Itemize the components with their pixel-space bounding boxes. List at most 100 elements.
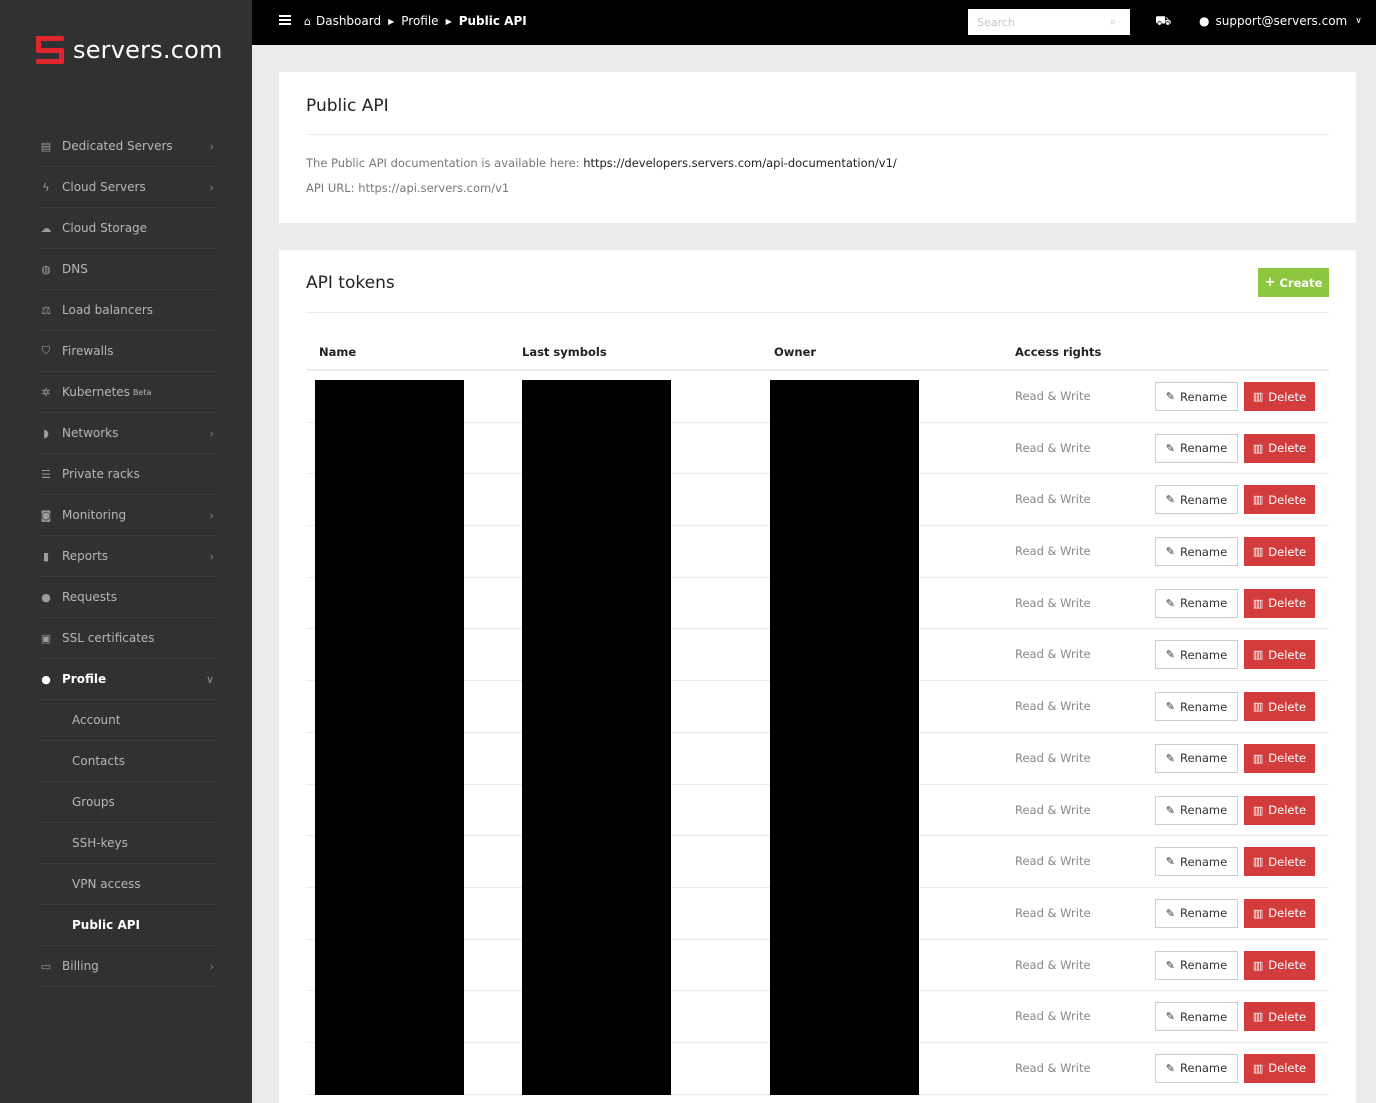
sidebar-item-load-balancers[interactable]: ⚖ Load balancers	[40, 290, 216, 331]
rename-label: Rename	[1180, 544, 1228, 559]
edit-icon: ✎	[1165, 958, 1176, 972]
rename-label: Rename	[1180, 389, 1228, 404]
edit-icon: ✎	[1165, 751, 1176, 765]
sidebar-subitem-contacts[interactable]: Contacts	[40, 741, 216, 782]
delete-button[interactable]: ▥ Delete	[1244, 795, 1315, 825]
menu-toggle-icon[interactable]	[279, 15, 291, 25]
delete-button[interactable]: ▥ Delete	[1244, 1053, 1315, 1083]
delete-label: Delete	[1268, 803, 1307, 817]
sidebar-subitem-account[interactable]: Account	[40, 700, 216, 741]
sidebar-item-firewalls[interactable]: ⛉ Firewalls	[40, 331, 216, 372]
delete-button[interactable]: ▥ Delete	[1244, 743, 1315, 773]
sidebar-item-dns[interactable]: ◍ DNS	[40, 249, 216, 290]
rename-label: Rename	[1180, 441, 1228, 456]
create-token-button[interactable]: + Create	[1258, 268, 1329, 297]
rename-button[interactable]: ✎ Rename	[1155, 743, 1238, 773]
delete-button[interactable]: ▥ Delete	[1244, 898, 1315, 928]
sidebar-item-label: Dedicated Servers	[62, 139, 173, 153]
sidebar-subitem-vpn-access[interactable]: VPN access	[40, 864, 216, 905]
search-icon[interactable]: ⌕	[1110, 15, 1116, 29]
sidebar-item-requests[interactable]: ● Requests	[40, 577, 216, 618]
api-doc-line: The Public API documentation is availabl…	[306, 156, 897, 170]
delete-label: Delete	[1268, 958, 1307, 973]
sidebar-item-monitoring[interactable]: ◙ Monitoring ›	[40, 495, 216, 536]
delete-button[interactable]: ▥ Delete	[1244, 537, 1315, 567]
rename-button[interactable]: ✎ Rename	[1155, 537, 1238, 567]
breadcrumb-profile[interactable]: Profile	[401, 14, 438, 28]
rename-button[interactable]: ✎ Rename	[1155, 485, 1238, 515]
signal-icon: ◗	[43, 426, 49, 440]
delete-button[interactable]: ▥ Delete	[1244, 950, 1315, 980]
rename-button[interactable]: ✎ Rename	[1155, 640, 1238, 670]
rename-button[interactable]: ✎ Rename	[1155, 588, 1238, 618]
edit-icon: ✎	[1165, 545, 1176, 559]
delete-button[interactable]: ▥ Delete	[1244, 382, 1315, 411]
brand-logo[interactable]: servers.com	[36, 36, 223, 64]
chevron-right-icon: ›	[209, 426, 214, 440]
rename-button[interactable]: ✎ Rename	[1155, 692, 1238, 722]
sidebar-item-networks[interactable]: ◗ Networks ›	[40, 413, 216, 454]
edit-icon: ✎	[1165, 700, 1176, 714]
sidebar-item-label: Reports	[62, 549, 109, 563]
sidebar-item-label: Cloud Servers	[62, 180, 146, 194]
sidebar-item-private-racks[interactable]: ☰ Private racks	[40, 454, 216, 495]
search-input[interactable]	[968, 9, 1130, 35]
sidebar-item-ssl-certificates[interactable]: ▣ SSL certificates	[40, 618, 216, 659]
sidebar-item-profile[interactable]: ● Profile ∨	[40, 659, 216, 700]
delete-label: Delete	[1268, 699, 1307, 714]
sidebar-item-label: SSL certificates	[62, 631, 155, 645]
edit-icon: ✎	[1165, 803, 1176, 817]
user-menu[interactable]: ● support@servers.com ∨	[1199, 14, 1362, 28]
trash-icon: ▥	[1252, 493, 1264, 507]
delete-button[interactable]: ▥ Delete	[1244, 433, 1315, 463]
delete-button[interactable]: ▥ Delete	[1244, 692, 1315, 722]
lock-icon: ▣	[40, 631, 52, 645]
delete-button[interactable]: ▥ Delete	[1244, 588, 1315, 618]
trash-icon: ▥	[1252, 545, 1264, 559]
sidebar-item-billing[interactable]: ▭ Billing ›	[40, 946, 216, 987]
access-rights: Read & Write	[1015, 1009, 1091, 1024]
sidebar-item-reports[interactable]: ▮ Reports ›	[40, 536, 216, 577]
sidebar-item-label: Requests	[62, 590, 117, 604]
rename-button[interactable]: ✎ Rename	[1155, 433, 1238, 463]
sidebar-subitem-public-api[interactable]: Public API	[40, 905, 216, 946]
sidebar-item-label: Load balancers	[62, 303, 154, 317]
rename-label: Rename	[1180, 906, 1228, 921]
kubernetes-icon: ✲	[41, 385, 51, 399]
rename-label: Rename	[1180, 958, 1228, 973]
sidebar-item-label: Networks	[62, 426, 119, 440]
rename-button[interactable]: ✎ Rename	[1155, 1002, 1238, 1032]
rename-button[interactable]: ✎ Rename	[1155, 1053, 1238, 1083]
chevron-right-icon: ›	[209, 139, 214, 153]
rename-button[interactable]: ✎ Rename	[1155, 382, 1238, 411]
delete-button[interactable]: ▥ Delete	[1244, 847, 1315, 877]
api-doc-link[interactable]: https://developers.servers.com/api-docum…	[583, 156, 897, 170]
sidebar-item-cloud-storage[interactable]: ☁ Cloud Storage	[40, 208, 216, 249]
delete-label: Delete	[1268, 906, 1307, 921]
delete-button[interactable]: ▥ Delete	[1244, 485, 1315, 515]
cart-icon[interactable]: ⛟	[1155, 14, 1171, 31]
rename-button[interactable]: ✎ Rename	[1155, 950, 1238, 980]
rename-button[interactable]: ✎ Rename	[1155, 898, 1238, 928]
delete-button[interactable]: ▥ Delete	[1244, 1002, 1315, 1032]
sidebar-subitem-ssh-keys[interactable]: SSH-keys	[40, 823, 216, 864]
rename-button[interactable]: ✎ Rename	[1155, 847, 1238, 877]
sidebar-item-cloud-servers[interactable]: ϟ Cloud Servers ›	[40, 167, 216, 208]
rename-button[interactable]: ✎ Rename	[1155, 795, 1238, 825]
delete-button[interactable]: ▥ Delete	[1244, 640, 1315, 670]
sidebar-item-dedicated-servers[interactable]: ▤ Dedicated Servers ›	[40, 126, 216, 167]
column-header-name: Name	[319, 345, 357, 359]
create-label: Create	[1279, 275, 1323, 290]
redaction-block	[522, 380, 671, 1095]
breadcrumb-dashboard[interactable]: Dashboard	[316, 14, 381, 28]
delete-label: Delete	[1268, 544, 1307, 559]
chat-icon: ●	[41, 590, 51, 604]
delete-label: Delete	[1268, 751, 1307, 766]
sidebar-subitem-groups[interactable]: Groups	[40, 782, 216, 823]
api-doc-prefix: The Public API documentation is availabl…	[306, 156, 584, 170]
plus-icon: +	[1264, 275, 1276, 290]
money-icon: ▭	[40, 959, 52, 973]
chevron-right-icon: ›	[209, 959, 214, 973]
trash-icon: ▥	[1252, 958, 1264, 972]
sidebar-item-kubernetes[interactable]: ✲ Kubernetes Beta	[40, 372, 216, 413]
